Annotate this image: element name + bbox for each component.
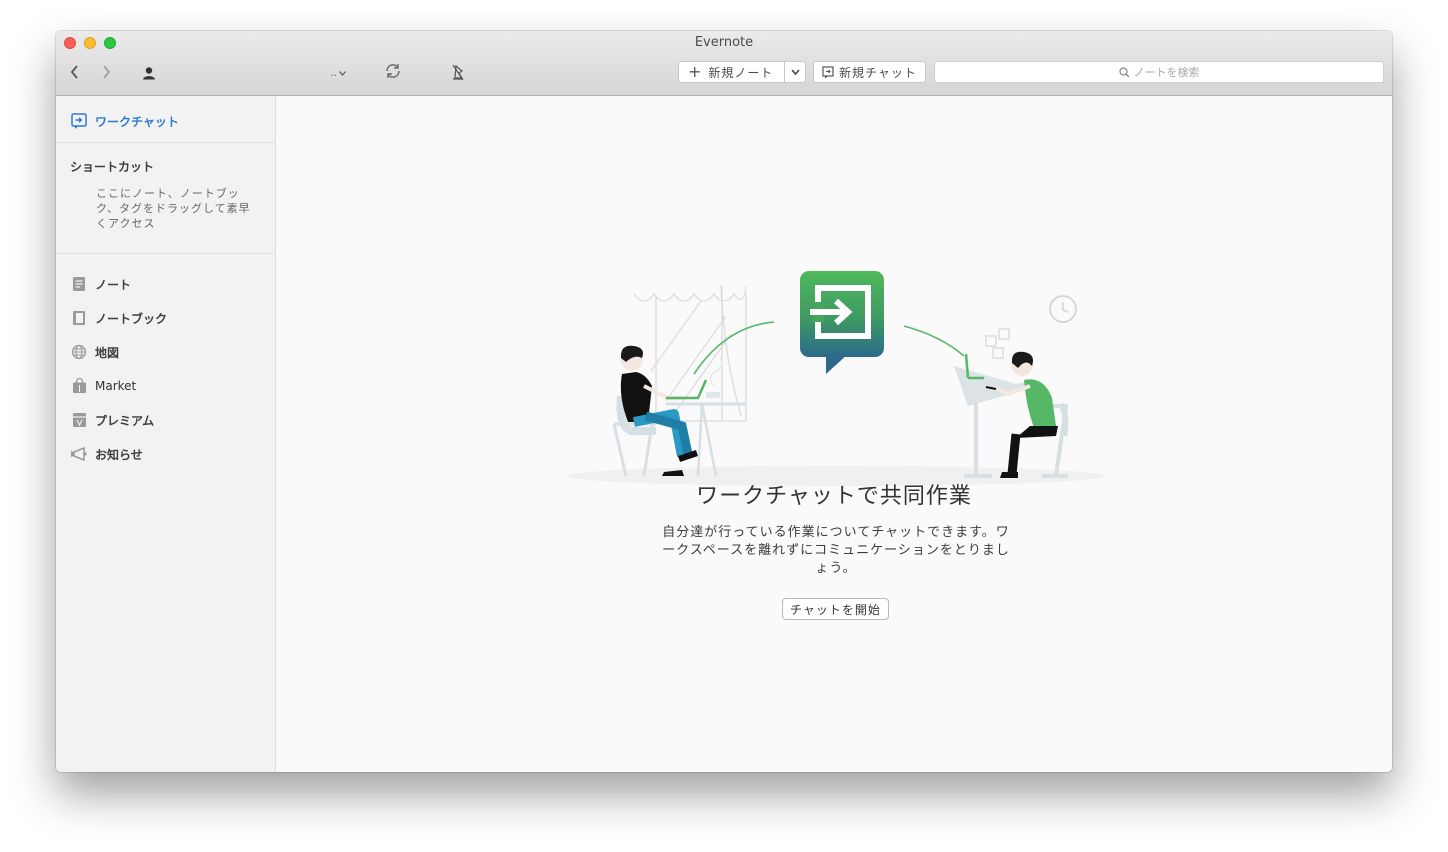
sidebar-divider [56,142,276,143]
more-options-button[interactable]: .. [326,64,350,82]
shortcuts-heading: ショートカット [70,160,155,174]
plus-icon: + [688,62,703,81]
premium-icon [70,411,88,429]
more-options-label: .. [330,67,337,79]
search-input[interactable]: ノートを検索 [934,61,1384,83]
forward-icon[interactable] [97,63,115,81]
sidebar-item-label: ノートブック [95,311,168,326]
work-chat-headline: ワークチャットで共同作業 [696,484,972,509]
sidebar-item-label: プレミアム [95,413,155,428]
sidebar-item-atlas[interactable]: 地図 [70,342,119,362]
sidebar-item-label: お知らせ [95,447,143,462]
new-note-label: 新規ノート [708,65,774,80]
sidebar-item-premium[interactable]: プレミアム [70,410,154,430]
sync-icon[interactable] [383,61,403,81]
work-chat-alert-icon[interactable] [448,62,468,82]
app-window: Evernote .. + 新規ノート 新規チャット ノートを検索 ワークチャッ… [56,31,1392,772]
search-icon [1118,66,1130,78]
work-chat-description: 自分達が行っている作業についてチャットできます。ワークスペースを離れずにコミュニ… [662,525,1010,576]
new-note-button[interactable]: + 新規ノート [678,61,806,83]
sidebar-item-notes[interactable]: ノート [70,274,131,294]
shortcuts-hint: ここにノート、ノートブック、タグをドラッグして素早くアクセス [96,187,251,230]
back-icon[interactable] [66,63,84,81]
sidebar-item-label: ノート [95,277,132,292]
work-chat-illustration [566,271,1106,486]
left-person [612,345,746,477]
search-placeholder: ノートを検索 [1133,66,1200,79]
sidebar: ワークチャット ショートカット ここにノート、ノートブック、タグをドラッグして素… [56,96,276,772]
sidebar-item-notifications[interactable]: お知らせ [70,444,143,464]
window-title: Evernote [694,35,754,50]
sidebar-item-label: 地図 [95,345,120,360]
right-person [954,351,1069,478]
sidebar-item-label: Market [95,379,137,393]
new-note-dropdown[interactable] [784,62,805,82]
start-chat-button[interactable]: チャットを開始 [782,598,889,620]
sidebar-divider [56,253,276,254]
chat-icon [822,65,834,79]
new-chat-button[interactable]: 新規チャット [813,61,926,83]
main-content: ワークチャットで共同作業 自分達が行っている作業についてチャットできます。ワーク… [276,96,1392,772]
new-chat-label: 新規チャット [839,65,917,80]
title-bar: Evernote .. + 新規ノート 新規チャット ノートを検索 [56,31,1392,96]
work-chat-icon [70,112,88,130]
work-chat-label: ワークチャット [95,114,179,129]
sidebar-item-work-chat[interactable]: ワークチャット [70,111,179,131]
sidebar-item-notebooks[interactable]: ノートブック [70,308,167,328]
account-icon[interactable] [140,64,158,82]
megaphone-icon [70,445,88,463]
note-icon [70,275,88,293]
notebook-icon [70,309,88,327]
sidebar-item-market[interactable]: Market [70,376,136,396]
globe-icon [70,343,88,361]
market-icon [70,377,88,395]
